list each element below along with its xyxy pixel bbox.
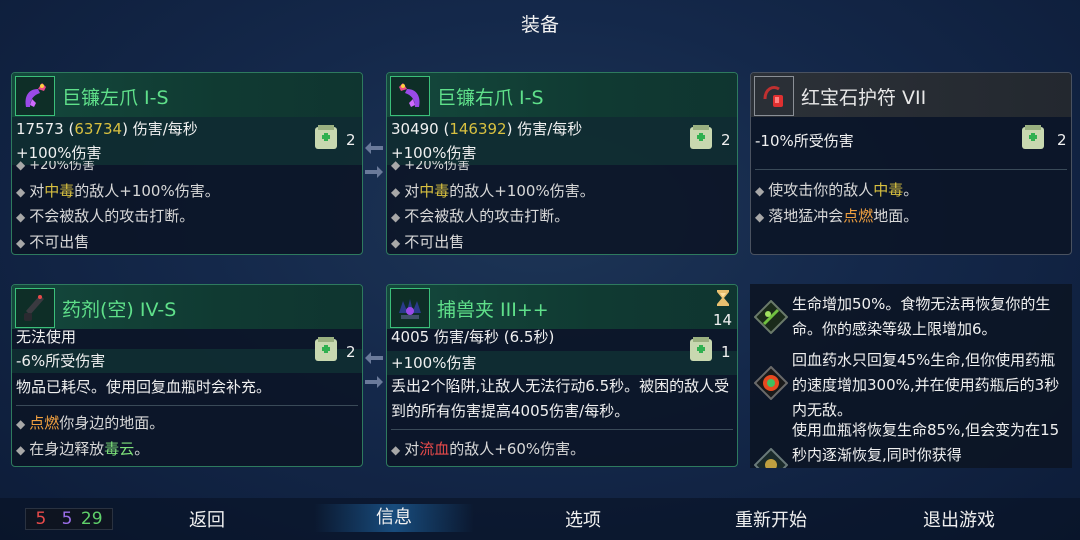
recovery-mutation-icon xyxy=(754,448,788,468)
scythe-claw-icon xyxy=(15,76,55,116)
scroll-icon xyxy=(690,337,712,361)
mutation-description: 生命增加50%。食物无法再恢复你的生命。你的感染等级上限增加6。 xyxy=(792,295,1051,338)
info-tab[interactable]: 信息 xyxy=(314,504,474,532)
back-button[interactable]: 返回 xyxy=(127,506,287,532)
dps-row: 17573 (63734) 伤害/每秒 xyxy=(12,117,362,141)
effect-poison-bonus: ◆ 对中毒的敌人+100%伤害。 xyxy=(391,182,595,200)
scroll-counter: 5 5 29 xyxy=(25,508,113,530)
scroll-count: 2 xyxy=(346,343,356,361)
effect-poison-bonus: ◆ 对中毒的敌人+100%伤害。 xyxy=(16,182,220,200)
mutation-description: 回血药水只回复45%生命,但你使用药瓶的速度增加300%,并在使用药瓶后的3秒内… xyxy=(792,351,1060,419)
swap-arrows-icon[interactable] xyxy=(363,350,385,390)
effect-ignite-ground: ◆ 落地猛冲会点燃地面。 xyxy=(755,207,919,225)
mutation-item[interactable]: 生命增加50%。食物无法再恢复你的生命。你的感染等级上限增加6。 xyxy=(750,292,1072,348)
dps-row: 4005 伤害/每秒 (6.5秒) xyxy=(391,328,555,346)
item-name: 捕兽夹 III++ xyxy=(437,299,549,321)
potion-flask-icon xyxy=(15,288,55,328)
tactics-count: 5 xyxy=(61,509,73,529)
trap-card[interactable]: 捕兽夹 III++ 14 4005 伤害/每秒 (6.5秒) +100%伤害 1… xyxy=(386,284,738,467)
restart-button[interactable]: 重新开始 xyxy=(691,506,851,532)
potion-card[interactable]: 药剂(空) IV-S 无法使用 -6%所受伤害 2 物品已耗尽。使用回复血瓶时会… xyxy=(11,284,363,467)
cooldown-hourglass-icon xyxy=(717,290,729,306)
effect-poison-cloud: ◆ 在身边释放毒云。 xyxy=(16,440,150,458)
mutation-item[interactable]: 回血药水只回复45%生命,但你使用药瓶的速度增加300%,并在使用药瓶后的3秒内… xyxy=(750,348,1072,420)
page-title: 装备 xyxy=(520,14,559,36)
wolf-trap-icon xyxy=(390,288,430,328)
card-header: 巨镰左爪 I-S xyxy=(12,73,362,117)
ruby-amulet-icon xyxy=(754,76,794,116)
effect-ignite-ground: ◆ 点燃你身边的地面。 xyxy=(16,414,165,432)
effect-cut-line: ◆ +20%伤害 xyxy=(16,161,96,173)
effect-unsellable: ◆ 不可出售 xyxy=(391,233,465,251)
usability-row: 无法使用 xyxy=(16,328,77,346)
scroll-count: 1 xyxy=(721,343,731,361)
scroll-icon xyxy=(690,125,712,149)
item-description: 物品已耗尽。使用回复血瓶时会补充。 xyxy=(16,378,272,396)
divider xyxy=(755,169,1067,170)
item-name: 巨镰左爪 I-S xyxy=(62,87,169,109)
quit-game-button[interactable]: 退出游戏 xyxy=(879,506,1039,532)
divider xyxy=(16,405,358,406)
alchemic-mutation-icon xyxy=(754,366,788,400)
card-header: 药剂(空) IV-S xyxy=(12,285,362,329)
stat-row: -6%所受伤害 xyxy=(12,349,362,373)
survival-count: 29 xyxy=(80,509,103,529)
scroll-count: 2 xyxy=(346,131,356,149)
scroll-icon xyxy=(315,337,337,361)
options-button[interactable]: 选项 xyxy=(503,506,663,532)
scroll-icon xyxy=(1022,125,1044,149)
right-weapon-card[interactable]: 巨镰右爪 I-S 30490 (146392) 伤害/每秒 +100%伤害 2 … xyxy=(386,72,738,255)
item-name: 巨镰右爪 I-S xyxy=(437,87,544,109)
scroll-icon xyxy=(315,125,337,149)
mutation-description: 使用血瓶将恢复生命85%,但会变为在15秒内逐渐恢复,同时你获得 xyxy=(792,421,1060,464)
card-header: 红宝石护符 VII xyxy=(751,73,1071,117)
bonus-row: +100%伤害 xyxy=(387,351,737,375)
effect-poison-attackers: ◆ 使攻击你的敌人中毒。 xyxy=(755,181,919,199)
brutality-count: 5 xyxy=(35,509,47,529)
dps-row: 30490 (146392) 伤害/每秒 xyxy=(387,117,737,141)
item-name: 红宝石护符 VII xyxy=(801,87,927,109)
item-name: 药剂(空) IV-S xyxy=(62,299,177,321)
effect-unsellable: ◆ 不可出售 xyxy=(16,233,90,251)
card-header: 捕兽夹 III++ xyxy=(387,285,737,329)
effect-bleed-bonus: ◆ 对流血的敌人+60%伤害。 xyxy=(391,440,586,458)
amulet-card[interactable]: 红宝石护符 VII -10%所受伤害 2 ◆ 使攻击你的敌人中毒。 ◆ 落地猛冲会点… xyxy=(750,72,1072,255)
divider xyxy=(391,429,733,430)
swap-arrows-icon[interactable] xyxy=(363,140,385,180)
necrotic-mutation-icon xyxy=(754,300,788,334)
scythe-claw-icon xyxy=(390,76,430,116)
card-header: 巨镰右爪 I-S xyxy=(387,73,737,117)
effect-cut-line: ◆ +20%伤害 xyxy=(391,161,471,173)
effect-uninterruptible: ◆ 不会被敌人的攻击打断。 xyxy=(391,207,570,225)
mutation-item[interactable]: 使用血瓶将恢复生命85%,但会变为在15秒内逐渐恢复,同时你获得 xyxy=(750,418,1072,468)
mutations-panel[interactable]: 生命增加50%。食物无法再恢复你的生命。你的感染等级上限增加6。 回血药水只回复… xyxy=(750,284,1072,468)
scroll-count: 2 xyxy=(1057,131,1067,149)
scroll-count: 2 xyxy=(721,131,731,149)
left-weapon-card[interactable]: 巨镰左爪 I-S 17573 (63734) 伤害/每秒 +100%伤害 2 ◆… xyxy=(11,72,363,255)
item-description: 丢出2个陷阱,让敌人无法行动6.5秒。被困的敌人受到的所有伤害提高4005伤害/… xyxy=(391,377,730,420)
effect-uninterruptible: ◆ 不会被敌人的攻击打断。 xyxy=(16,207,195,225)
